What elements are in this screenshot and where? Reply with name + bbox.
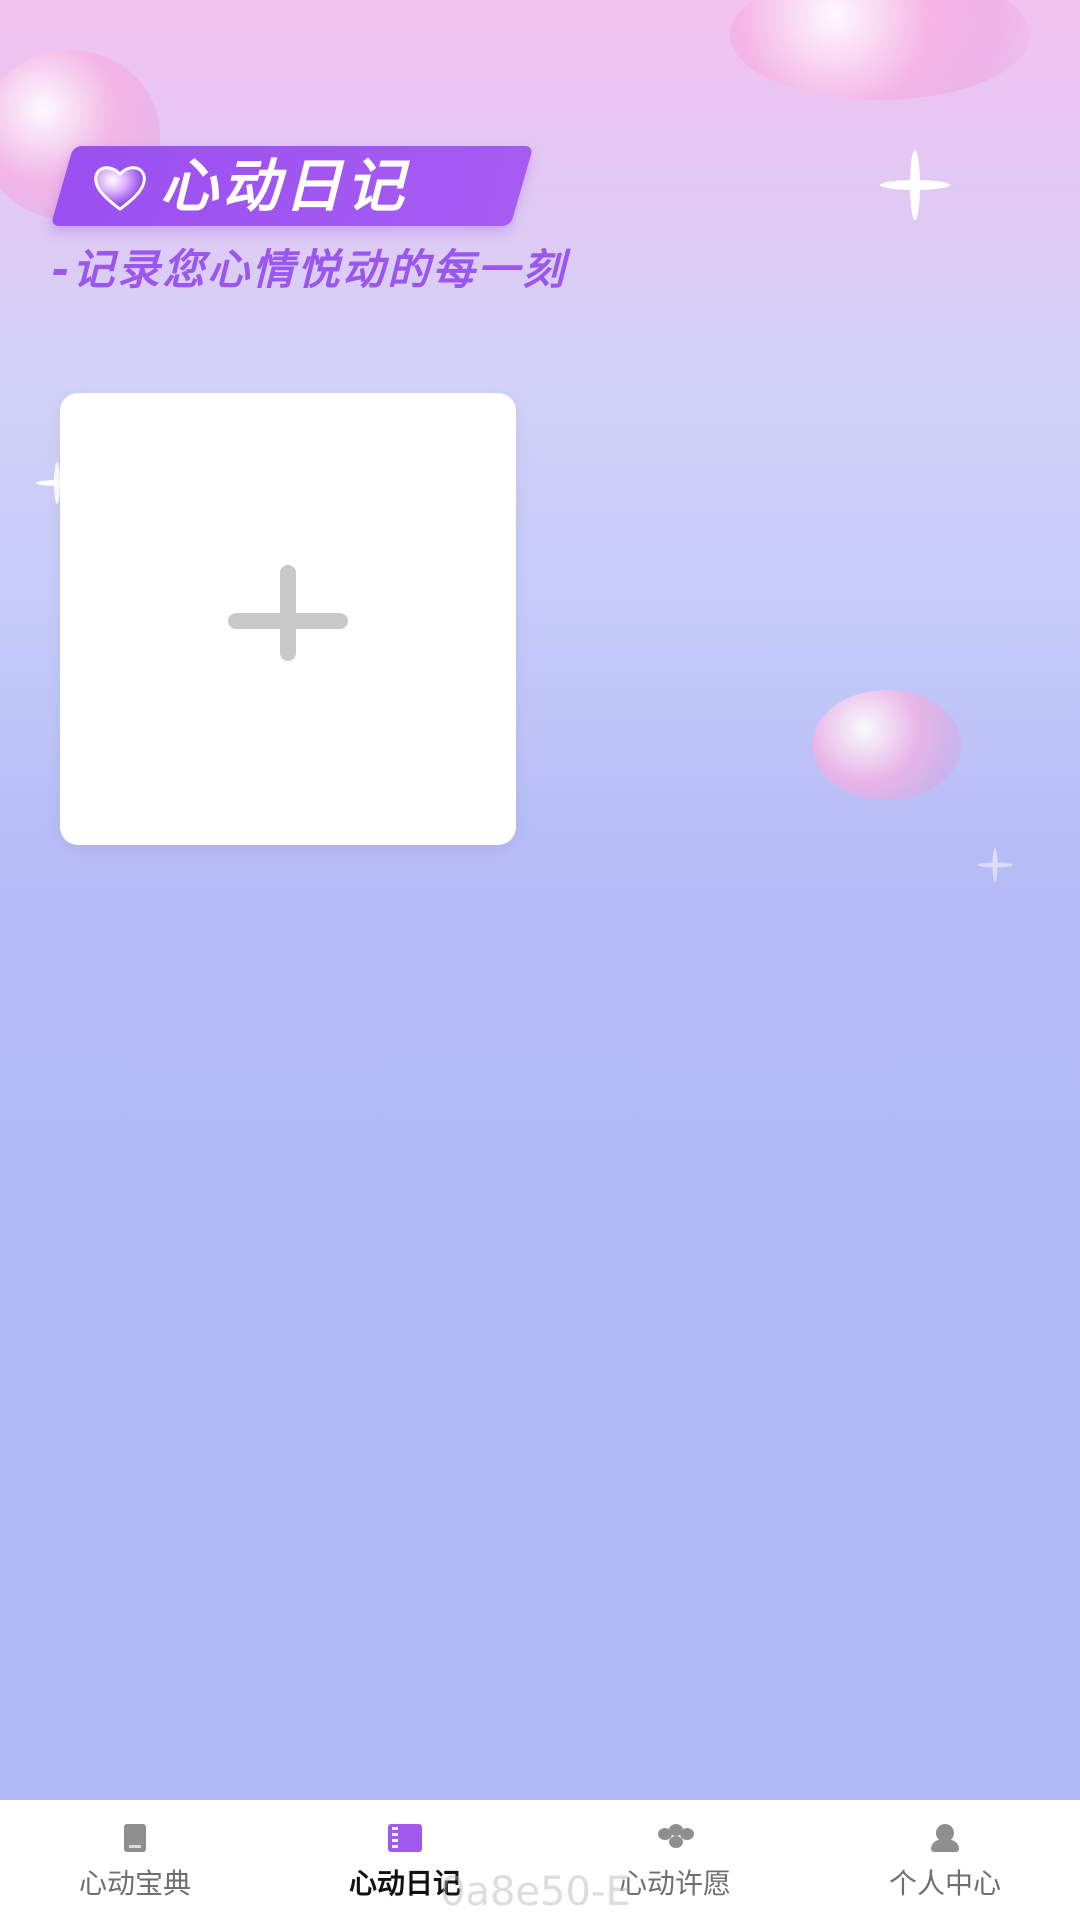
tab-label: 个人中心 [888,1867,1001,1900]
heart-icon [94,166,146,211]
notebook-icon [388,1822,422,1854]
page-title: 心动日记 [160,152,409,220]
book-icon [118,1822,152,1854]
page-subtitle: -记录您心情悦动的每一刻 [52,245,568,294]
clover-icon [658,1822,694,1854]
decor-sparkle-top-right [880,150,950,220]
plus-icon [228,565,348,667]
tab-xindong-baodian[interactable]: 心动宝典 [0,1800,270,1920]
decor-heart-top-right [730,0,1030,100]
decor-heart-middle-right [812,690,962,800]
add-diary-card[interactable] [60,393,516,845]
tab-label: 心动许愿 [618,1867,731,1900]
watermark-text: 0a8e50-E [440,1869,631,1915]
decor-sparkle-right [978,848,1013,883]
tab-label: 心动宝典 [78,1867,191,1900]
person-icon [928,1822,962,1854]
tab-personal-center[interactable]: 个人中心 [810,1800,1080,1920]
